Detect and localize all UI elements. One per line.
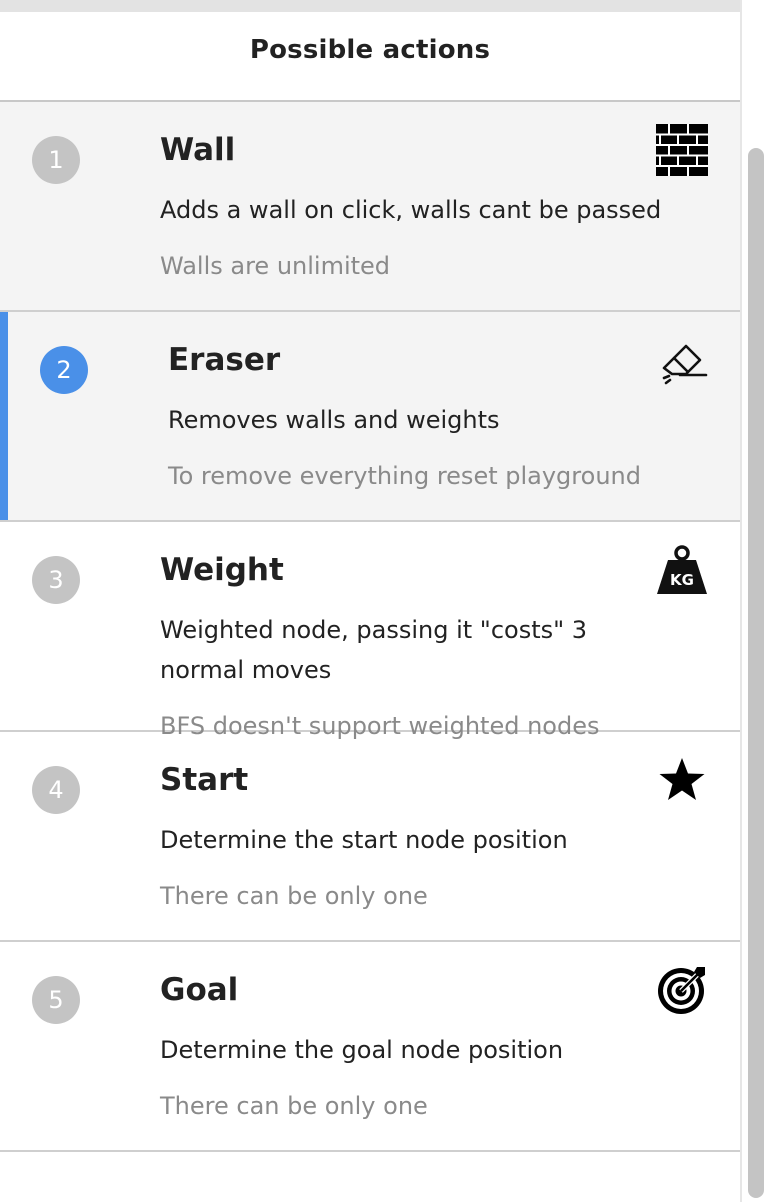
top-bar <box>0 0 740 12</box>
action-item-eraser[interactable]: 2 Eraser Removes walls and weights To re… <box>0 312 740 522</box>
action-item-goal[interactable]: 5 Goal Determine the goal node position … <box>0 942 740 1152</box>
star-icon <box>659 758 705 800</box>
item-content: Goal Determine the goal node position Th… <box>160 970 710 1122</box>
item-number-badge: 4 <box>32 766 80 814</box>
eraser-icon <box>662 344 708 385</box>
item-description: Determine the goal node position <box>160 1036 564 1064</box>
scrollbar-thumb[interactable] <box>748 148 764 1198</box>
item-description: Weighted node, passing it "costs" 3 norm… <box>160 616 588 684</box>
item-number-badge: 2 <box>40 346 88 394</box>
panel-header: Possible actions <box>0 12 740 102</box>
actions-panel: Possible actions 1 Wall Adds a wall on c… <box>0 12 740 1202</box>
brick-wall-icon <box>656 124 708 176</box>
item-number-badge: 3 <box>32 556 80 604</box>
item-note: Walls are unlimited <box>160 252 391 280</box>
item-note: To remove everything reset playground <box>168 462 641 490</box>
item-title: Eraser <box>168 342 281 378</box>
item-number-badge: 5 <box>32 976 80 1024</box>
item-description: Removes walls and weights <box>168 406 500 434</box>
item-content: Wall Adds a wall on click, walls cant be… <box>160 130 710 282</box>
item-content: Eraser Removes walls and weights To remo… <box>168 340 710 492</box>
item-title: Start <box>160 762 249 798</box>
item-title: Wall <box>160 132 236 168</box>
item-content: Start Determine the start node position … <box>160 760 710 912</box>
item-number-badge: 1 <box>32 136 80 184</box>
item-title: Weight <box>160 552 284 588</box>
panel-title: Possible actions <box>249 35 491 65</box>
item-description: Determine the start node position <box>160 826 568 854</box>
kg-weight-icon: KG <box>657 545 707 594</box>
action-item-wall[interactable]: 1 Wall Adds a wall on click, walls cant … <box>0 102 740 312</box>
item-title: Goal <box>160 972 239 1008</box>
selected-indicator <box>0 312 8 520</box>
item-note: There can be only one <box>160 1092 428 1120</box>
action-item-weight[interactable]: 3 Weight Weighted node, passing it "cost… <box>0 522 740 740</box>
item-note: There can be only one <box>160 882 428 910</box>
kg-label: KG <box>670 571 694 589</box>
target-icon <box>658 967 705 1014</box>
item-description: Adds a wall on click, walls cant be pass… <box>160 196 662 224</box>
item-content: Weight Weighted node, passing it "costs"… <box>160 550 710 742</box>
action-item-start[interactable]: 4 Start Determine the start node positio… <box>0 732 740 942</box>
